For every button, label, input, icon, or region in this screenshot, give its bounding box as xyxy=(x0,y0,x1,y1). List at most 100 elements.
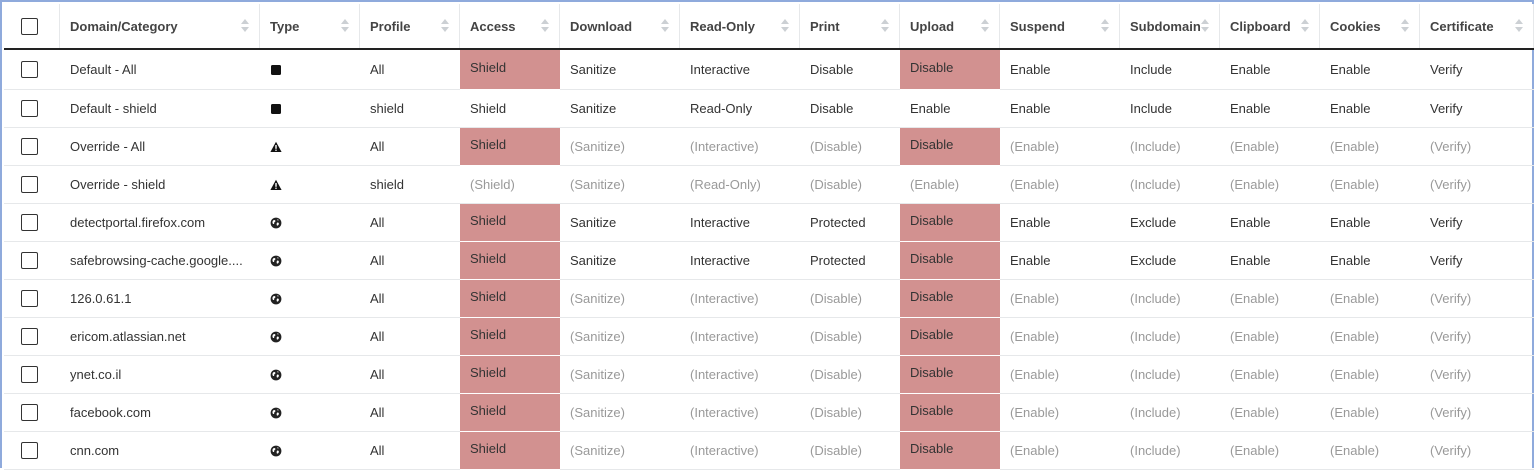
table-row[interactable]: safebrowsing-cache.google.... All Shield Sa… xyxy=(4,241,1534,280)
table-row[interactable]: 126.0.61.1 All Shield (Sanitize) (Interactiv… xyxy=(4,279,1534,318)
sort-icon[interactable] xyxy=(1515,19,1524,33)
clipboard-cell: (Enable) xyxy=(1220,393,1320,432)
readonly-value: Interactive xyxy=(690,61,750,77)
square-icon xyxy=(270,64,282,76)
sort-icon[interactable] xyxy=(1401,19,1410,33)
download-value: (Sanitize) xyxy=(570,290,625,306)
column-header-profile[interactable]: Profile xyxy=(360,4,460,50)
column-header-label: Suspend xyxy=(1010,18,1065,34)
column-header-download[interactable]: Download xyxy=(560,4,680,50)
column-header-subdomain[interactable]: Subdomain xyxy=(1120,4,1220,50)
upload-cell: Disable xyxy=(900,241,1000,280)
column-header-cookies[interactable]: Cookies xyxy=(1320,4,1420,50)
sort-icon[interactable] xyxy=(341,19,350,33)
table-row[interactable]: facebook.com All Shield (Sanitize) (Interact… xyxy=(4,393,1534,432)
access-cell: Shield xyxy=(460,355,560,394)
column-header-type[interactable]: Type xyxy=(260,4,360,50)
print-cell: Disable xyxy=(800,89,900,128)
print-cell: (Disable) xyxy=(800,279,900,318)
row-checkbox[interactable] xyxy=(21,213,38,231)
download-value: (Sanitize) xyxy=(570,404,625,420)
certificate-value: Verify xyxy=(1430,214,1463,230)
table-row[interactable]: detectportal.firefox.com All Shield Sanitiz… xyxy=(4,203,1534,242)
cookies-cell: Enable xyxy=(1320,203,1420,242)
table-row[interactable]: ynet.co.il All Shield (Sanitize) (Interactiv… xyxy=(4,355,1534,394)
row-checkbox[interactable] xyxy=(21,403,38,421)
column-header-suspend[interactable]: Suspend xyxy=(1000,4,1120,50)
domain-value: safebrowsing-cache.google.... xyxy=(70,252,243,268)
domain-cell: facebook.com xyxy=(60,393,260,432)
sort-icon[interactable] xyxy=(241,19,250,33)
access-value: Shield xyxy=(470,212,507,228)
suspend-value: (Enable) xyxy=(1010,442,1060,458)
domain-cell: detectportal.firefox.com xyxy=(60,203,260,242)
suspend-cell: Enable xyxy=(1000,49,1120,90)
column-header-certificate[interactable]: Certificate xyxy=(1420,4,1534,50)
access-cell: Shield xyxy=(460,431,560,470)
sort-icon[interactable] xyxy=(981,19,990,33)
download-cell: (Sanitize) xyxy=(560,431,680,470)
cookies-value: (Enable) xyxy=(1330,138,1380,154)
sort-icon[interactable] xyxy=(1201,19,1210,33)
download-cell: (Sanitize) xyxy=(560,279,680,318)
print-value: (Disable) xyxy=(810,442,863,458)
clipboard-value: (Enable) xyxy=(1230,290,1280,306)
print-cell: (Disable) xyxy=(800,431,900,470)
row-checkbox[interactable] xyxy=(21,441,38,459)
row-checkbox[interactable] xyxy=(21,327,38,345)
certificate-value: (Verify) xyxy=(1430,176,1472,192)
sort-icon[interactable] xyxy=(661,19,670,33)
column-header-print[interactable]: Print xyxy=(800,4,900,50)
row-checkbox[interactable] xyxy=(21,137,38,155)
table-row[interactable]: ericom.atlassian.net All Shield (Sanitize) (… xyxy=(4,317,1534,356)
row-select-cell xyxy=(4,393,60,432)
subdomain-value: (Include) xyxy=(1130,328,1181,344)
globe-icon xyxy=(270,293,282,305)
row-checkbox[interactable] xyxy=(21,365,38,383)
print-cell: Protected xyxy=(800,203,900,242)
row-checkbox[interactable] xyxy=(21,175,38,193)
sort-icon[interactable] xyxy=(541,19,550,33)
sort-icon[interactable] xyxy=(781,19,790,33)
row-checkbox[interactable] xyxy=(21,99,38,117)
sort-icon[interactable] xyxy=(1301,19,1310,33)
table-row[interactable]: Default - All All Shield Sanitize Interactiv… xyxy=(4,49,1534,90)
sort-icon[interactable] xyxy=(1101,19,1110,33)
select-all-checkbox[interactable] xyxy=(21,17,38,35)
sort-icon[interactable] xyxy=(441,19,450,33)
subdomain-value: Include xyxy=(1130,61,1172,77)
table-row[interactable]: Override - shield shield (Shield) (Sanitize… xyxy=(4,165,1534,204)
column-header-access[interactable]: Access xyxy=(460,4,560,50)
table-header-row: Domain/Category Type Profile Access Download… xyxy=(4,4,1534,50)
column-header-clipboard[interactable]: Clipboard xyxy=(1220,4,1320,50)
type-cell xyxy=(260,165,360,204)
clipboard-cell: (Enable) xyxy=(1220,165,1320,204)
suspend-cell: Enable xyxy=(1000,241,1120,280)
row-checkbox[interactable] xyxy=(21,289,38,307)
globe-icon xyxy=(270,407,282,419)
column-header-readonly[interactable]: Read-Only xyxy=(680,4,800,50)
row-checkbox[interactable] xyxy=(21,60,38,78)
access-value: Shield xyxy=(470,364,507,380)
column-header-domain[interactable]: Domain/Category xyxy=(60,4,260,50)
row-checkbox[interactable] xyxy=(21,251,38,269)
column-header-upload[interactable]: Upload xyxy=(900,4,1000,50)
column-header-label: Subdomain xyxy=(1130,18,1201,34)
clipboard-cell: (Enable) xyxy=(1220,431,1320,470)
readonly-cell: (Interactive) xyxy=(680,355,800,394)
download-cell: (Sanitize) xyxy=(560,317,680,356)
suspend-cell: Enable xyxy=(1000,203,1120,242)
cookies-cell: (Enable) xyxy=(1320,127,1420,166)
table-row[interactable]: cnn.com All Shield (Sanitize) (Interactive) (… xyxy=(4,431,1534,470)
domain-cell: 126.0.61.1 xyxy=(60,279,260,318)
certificate-value: Verify xyxy=(1430,252,1463,268)
download-value: Sanitize xyxy=(570,214,617,230)
table-row[interactable]: Default - shield shield Shield Sanitize Read… xyxy=(4,89,1534,128)
sort-icon[interactable] xyxy=(881,19,890,33)
upload-cell: Disable xyxy=(900,317,1000,356)
download-value: (Sanitize) xyxy=(570,138,625,154)
upload-value: Disable xyxy=(910,212,954,228)
profile-cell: All xyxy=(360,355,460,394)
cookies-cell: Enable xyxy=(1320,49,1420,90)
table-row[interactable]: Override - All All Shield (Sanitize) (Intera… xyxy=(4,127,1534,166)
